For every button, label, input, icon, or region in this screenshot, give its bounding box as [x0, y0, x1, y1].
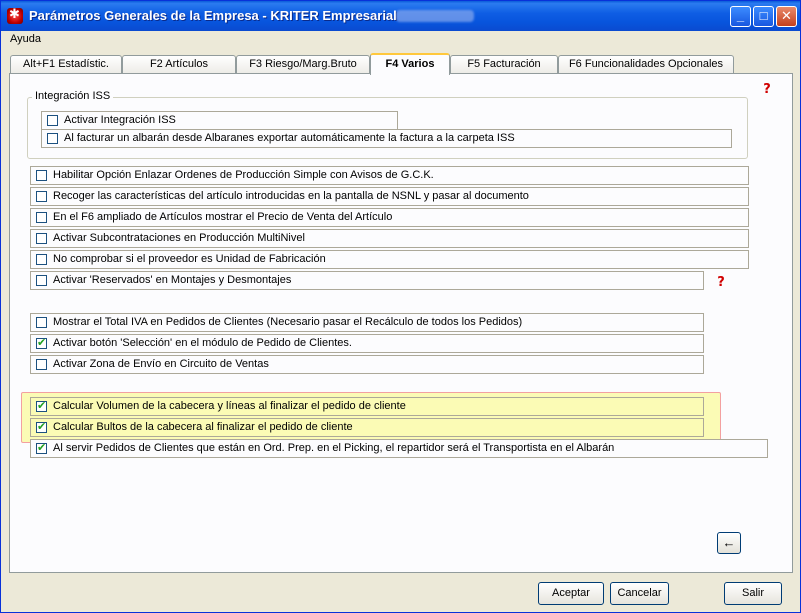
- option-precio-venta-f6[interactable]: En el F6 ampliado de Artículos mostrar e…: [30, 208, 749, 227]
- tab-varios[interactable]: F4 Varios: [370, 53, 450, 75]
- main-window: Parámetros Generales de la Empresa - KRI…: [0, 0, 801, 613]
- option-label: Activar Subcontrataciones en Producción …: [53, 232, 305, 244]
- maximize-button[interactable]: □: [753, 6, 774, 27]
- option-reservados-montajes[interactable]: Activar 'Reservados' en Montajes y Desmo…: [30, 271, 704, 290]
- option-label: En el F6 ampliado de Artículos mostrar e…: [53, 211, 393, 223]
- title-bar[interactable]: Parámetros Generales de la Empresa - KRI…: [1, 1, 800, 31]
- app-icon: [7, 6, 23, 24]
- option-label: No comprobar si el proveedor es Unidad d…: [53, 253, 326, 265]
- option-label: Calcular Volumen de la cabecera y líneas…: [53, 400, 406, 412]
- accept-button[interactable]: Aceptar: [538, 582, 604, 605]
- checkbox[interactable]: [36, 170, 47, 181]
- option-label: Mostrar el Total IVA en Pedidos de Clien…: [53, 316, 523, 328]
- option-subcontrataciones[interactable]: Activar Subcontrataciones en Producción …: [30, 229, 749, 248]
- exit-button[interactable]: Salir: [724, 582, 782, 605]
- minimize-button[interactable]: _: [730, 6, 751, 27]
- option-label: Al servir Pedidos de Clientes que están …: [53, 442, 615, 454]
- option-label: Habilitar Opción Enlazar Ordenes de Prod…: [53, 169, 434, 181]
- iss-group-title: Integración ISS: [32, 90, 114, 102]
- tab-funcionalidades[interactable]: F6 Funcionalidades Opcionales: [558, 55, 734, 74]
- option-label: Activar Zona de Envío en Circuito de Ven…: [53, 358, 269, 370]
- checkbox[interactable]: [47, 133, 58, 144]
- option-label: Calcular Bultos de la cabecera al finali…: [53, 421, 353, 433]
- option-calcular-bultos[interactable]: Calcular Bultos de la cabecera al finali…: [30, 418, 704, 437]
- checkbox[interactable]: [36, 233, 47, 244]
- checkbox[interactable]: [36, 420, 47, 433]
- option-activar-iss[interactable]: Activar Integración ISS: [41, 111, 398, 130]
- checkbox[interactable]: [36, 212, 47, 223]
- option-enlazar-ordenes[interactable]: Habilitar Opción Enlazar Ordenes de Prod…: [30, 166, 749, 185]
- checkbox[interactable]: [36, 336, 47, 349]
- option-zona-envio[interactable]: Activar Zona de Envío en Circuito de Ven…: [30, 355, 704, 374]
- option-label: Activar 'Reservados' en Montajes y Desmo…: [53, 274, 292, 286]
- option-label: Al facturar un albarán desde Albaranes e…: [64, 132, 515, 144]
- tab-estadistic[interactable]: Alt+F1 Estadístic.: [10, 55, 122, 74]
- close-button[interactable]: ✕: [776, 6, 797, 27]
- checkbox[interactable]: [36, 317, 47, 328]
- tab-facturacion[interactable]: F5 Facturación: [450, 55, 558, 74]
- option-no-comprobar-proveedor[interactable]: No comprobar si el proveedor es Unidad d…: [30, 250, 749, 269]
- option-boton-seleccion[interactable]: Activar botón 'Selección' en el módulo d…: [30, 334, 704, 353]
- option-total-iva[interactable]: Mostrar el Total IVA en Pedidos de Clien…: [30, 313, 704, 332]
- window-title: Parámetros Generales de la Empresa - KRI…: [29, 8, 397, 23]
- option-exportar-factura-iss[interactable]: Al facturar un albarán desde Albaranes e…: [41, 129, 732, 148]
- menu-bar: Ayuda: [5, 33, 46, 49]
- option-caracteristicas-nsnl[interactable]: Recoger las características del artículo…: [30, 187, 749, 206]
- checkbox[interactable]: [36, 399, 47, 412]
- help-icon[interactable]: ?: [760, 83, 774, 96]
- option-repartidor-transportista[interactable]: Al servir Pedidos de Clientes que están …: [30, 439, 768, 458]
- checkbox[interactable]: [36, 191, 47, 202]
- redacted-text: [396, 10, 474, 22]
- cancel-button[interactable]: Cancelar: [610, 582, 669, 605]
- option-label: Activar botón 'Selección' en el módulo d…: [53, 337, 352, 349]
- checkbox[interactable]: [36, 441, 47, 454]
- option-label: Activar Integración ISS: [64, 114, 176, 126]
- option-calcular-volumen[interactable]: Calcular Volumen de la cabecera y líneas…: [30, 397, 704, 416]
- checkbox[interactable]: [36, 359, 47, 370]
- tab-riesgo[interactable]: F3 Riesgo/Marg.Bruto: [236, 55, 370, 74]
- checkbox[interactable]: [36, 254, 47, 265]
- tab-articulos[interactable]: F2 Artículos: [122, 55, 236, 74]
- menu-item-ayuda[interactable]: Ayuda: [5, 33, 46, 45]
- checkbox[interactable]: [36, 275, 47, 286]
- back-button[interactable]: ←: [717, 532, 741, 554]
- help-icon[interactable]: ?: [714, 276, 728, 289]
- arrow-left-icon: ←: [722, 535, 736, 550]
- option-label: Recoger las características del artículo…: [53, 190, 529, 202]
- checkbox[interactable]: [47, 115, 58, 126]
- tab-strip: Alt+F1 Estadístic. F2 Artículos F3 Riesg…: [9, 53, 795, 75]
